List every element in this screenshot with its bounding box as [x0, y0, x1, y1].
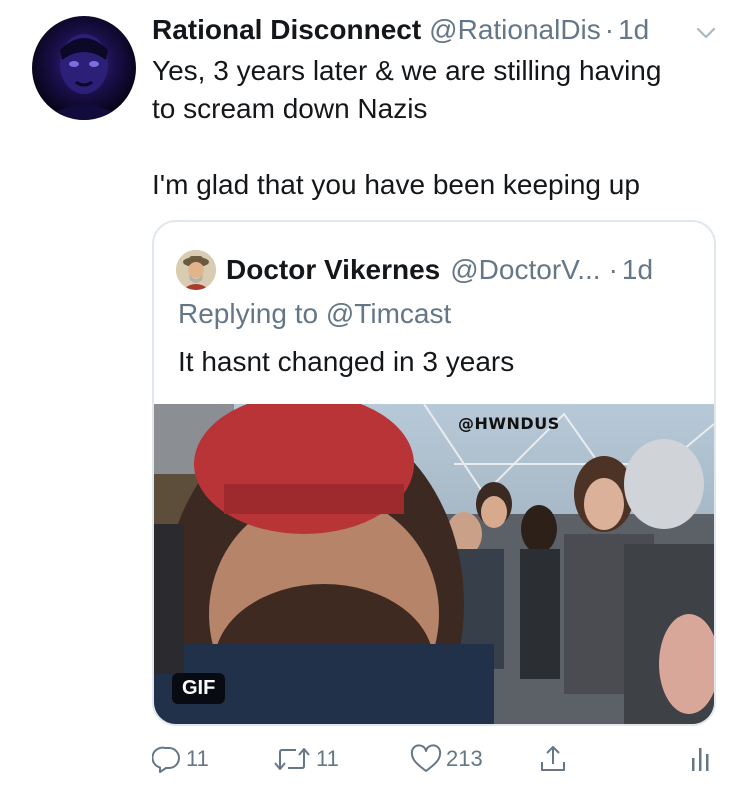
analytics-button[interactable]	[690, 744, 712, 774]
like-button[interactable]: 213	[410, 744, 483, 774]
timestamp[interactable]: 1d	[618, 10, 649, 50]
gif-badge: GIF	[172, 673, 226, 704]
separator-dot: ·	[604, 14, 615, 45]
retweet-icon	[274, 748, 310, 770]
quoted-tweet-text: It hasnt changed in 3 years	[178, 346, 515, 377]
tweet: Rational Disconnect @RationalDis · 1d Ye…	[0, 0, 732, 788]
tweet-text: Yes, 3 years later & we are stilling hav…	[152, 55, 662, 200]
reply-button[interactable]: 11	[152, 744, 209, 774]
share-button[interactable]	[538, 744, 568, 774]
quoted-separator-dot: ·	[608, 254, 618, 285]
tweet-body: Rational Disconnect @RationalDis · 1d Ye…	[152, 10, 717, 204]
like-count: 213	[446, 746, 483, 771]
heart-icon	[410, 744, 442, 772]
retweet-count: 11	[316, 746, 339, 771]
quoted-display-name[interactable]: Doctor Vikernes	[226, 254, 440, 286]
analytics-icon	[692, 748, 709, 771]
media-watermark: @HWNDUS	[458, 414, 560, 433]
quoted-avatar	[176, 250, 216, 290]
gif-media[interactable]: @HWNDUS GIF	[154, 404, 714, 724]
chevron-down-icon[interactable]	[695, 22, 717, 44]
reply-icon	[152, 746, 180, 773]
tweet-header: Rational Disconnect @RationalDis · 1d	[152, 10, 717, 50]
replying-to[interactable]: Replying to @Timcast	[178, 298, 451, 330]
quoted-user-handle[interactable]: @DoctorV...	[450, 254, 600, 286]
share-icon	[541, 746, 565, 771]
reply-count: 11	[186, 746, 209, 771]
avatar[interactable]	[32, 16, 136, 120]
action-bar: 11 11 213	[0, 744, 732, 780]
quoted-tweet-header: Doctor Vikernes @DoctorV... · 1d	[176, 250, 653, 290]
user-handle[interactable]: @RationalDis	[429, 10, 601, 50]
quoted-tweet[interactable]: Doctor Vikernes @DoctorV... · 1d Replyin…	[152, 220, 716, 726]
quoted-timestamp[interactable]: 1d	[622, 254, 653, 286]
retweet-button[interactable]: 11	[272, 744, 339, 774]
gif-frame	[154, 404, 714, 724]
display-name[interactable]: Rational Disconnect	[152, 10, 421, 50]
quoted-avatar-portrait	[176, 250, 216, 290]
avatar-portrait	[42, 34, 126, 120]
